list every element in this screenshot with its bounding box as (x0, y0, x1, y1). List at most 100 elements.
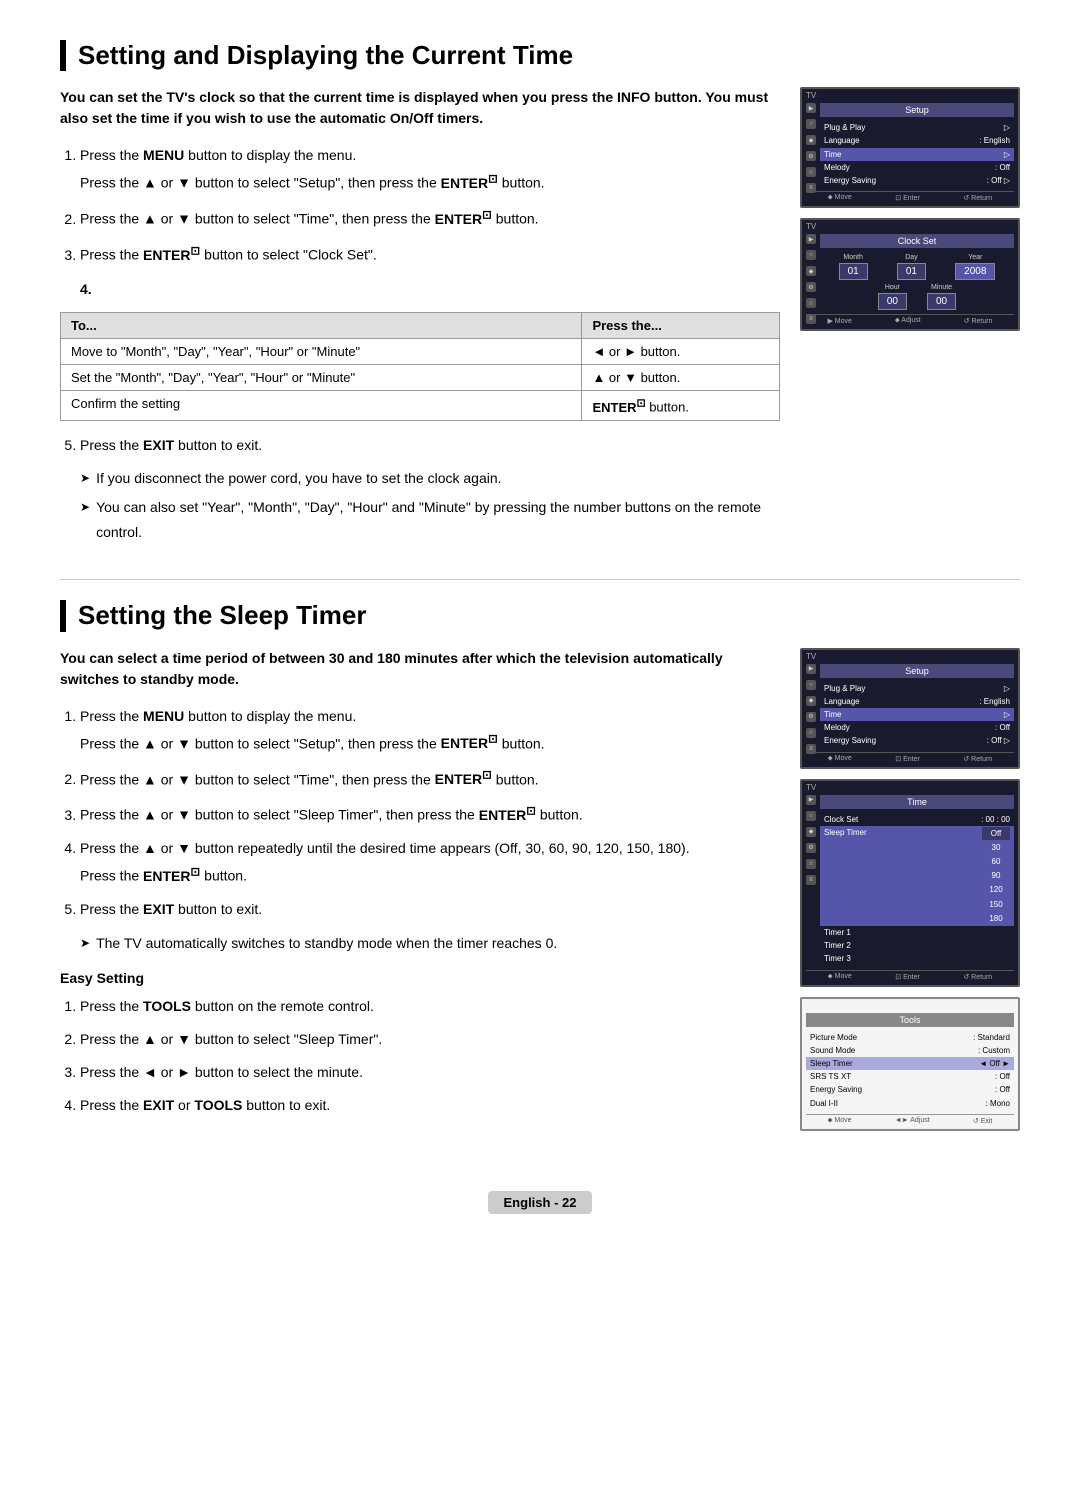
tools-row-sleep: Sleep Timer◄ Off ► (806, 1057, 1014, 1070)
hour-label: Hour (878, 284, 907, 291)
icon1: ▶ (806, 795, 816, 805)
month-value: 01 (839, 263, 868, 280)
tv-label4: TV (806, 783, 816, 792)
menu-row: Plug & Play▷ (820, 682, 1014, 695)
bottom-bar4: ⬥ Move⊡ Enter↺ Return (806, 970, 1014, 981)
timer-off: Off (982, 827, 1010, 840)
menu-row-time2: Time▷ (820, 708, 1014, 721)
tools-row-dual: Dual I-II: Mono (806, 1097, 1014, 1110)
s2-step3: Press the ▲ or ▼ button to select "Sleep… (80, 800, 780, 828)
tv-label2: TV (806, 222, 816, 231)
note2: You can also set "Year", "Month", "Day",… (80, 495, 780, 545)
year-label: Year (955, 254, 995, 261)
day-label: Day (897, 254, 926, 261)
step5: Press the EXIT button to exit. (80, 433, 780, 458)
tv-label1: TV (806, 91, 816, 100)
menu-title-tools: Tools (806, 1013, 1014, 1027)
table-cell: ENTER⊡ button. (582, 391, 780, 420)
s2-step4: Press the ▲ or ▼ button repeatedly until… (80, 836, 780, 889)
menu-title-setup: Setup (820, 103, 1014, 117)
section1-title: Setting and Displaying the Current Time (60, 40, 1020, 71)
clock-grid-row2: Hour 00 Minute 00 (824, 284, 1010, 310)
month-label: Month (839, 254, 868, 261)
side-icons4: ▶ ○ ◆ ⚙ ☆ ≡ (806, 795, 816, 885)
table-cell: ◄ or ► button. (582, 339, 780, 365)
table-cell: Set the "Month", "Day", "Year", "Hour" o… (61, 365, 582, 391)
icon3: ◆ (806, 266, 816, 276)
timer-90: 90 (982, 869, 1010, 882)
menu-row: Energy Saving: Off ▷ (820, 174, 1014, 187)
step4-label: 4. (80, 278, 780, 300)
minute-value: 00 (927, 293, 956, 310)
table-col2: Press the... (582, 313, 780, 339)
section2-intro: You can select a time period of between … (60, 648, 780, 690)
icon5: ☆ (806, 859, 816, 869)
section-time: Setting and Displaying the Current Time … (60, 40, 1020, 549)
tools-row-energy: Energy Saving: Off (806, 1083, 1014, 1096)
time-menu: Time Clock Set: 00 : 00 Sleep Timer Off … (820, 795, 1014, 966)
side-icons: ▶ ○ ◆ ⚙ ☆ ≡ (806, 103, 816, 193)
table-col1: To... (61, 313, 582, 339)
easy-step2: Press the ▲ or ▼ button to select "Sleep… (80, 1027, 780, 1052)
section2-screens: TV ▶ ○ ◆ ⚙ ☆ ≡ Setup Plug & Play▷ Langua… (800, 648, 1020, 1131)
menu-row-sleep: Sleep Timer Off 30 60 90 120 150 180 (820, 826, 1014, 926)
tv-screen-time: TV ▶ ○ ◆ ⚙ ☆ ≡ Time Clock Set: 00 : 00 S… (800, 779, 1020, 987)
s2-step5: Press the EXIT button to exit. (80, 897, 780, 922)
section2-steps: Press the MENU button to display the men… (60, 704, 780, 1119)
page-footer-wrapper: English - 22 (60, 1161, 1020, 1214)
table-row: Confirm the setting ENTER⊡ button. (61, 391, 780, 420)
section-sleep-timer: Setting the Sleep Timer You can select a… (60, 600, 1020, 1130)
icon6: ≡ (806, 744, 816, 754)
section1-screens: TV ▶ ○ ◆ ⚙ ☆ ≡ Setup Plug & Play▷ Langua… (800, 87, 1020, 331)
note1: If you disconnect the power cord, you ha… (80, 466, 780, 491)
easy-setting-title: Easy Setting (60, 970, 780, 986)
icon4: ⚙ (806, 151, 816, 161)
easy-step1: Press the TOOLS button on the remote con… (80, 994, 780, 1019)
icon2: ○ (806, 811, 816, 821)
tools-row-sound: Sound Mode: Custom (806, 1044, 1014, 1057)
year-value: 2008 (955, 263, 995, 280)
bottom-bar3: ⬥ Move⊡ Enter↺ Return (806, 752, 1014, 763)
section2-content: You can select a time period of between … (60, 648, 780, 1127)
bottom-bar2: ▶ Move⬥ Adjust↺ Return (806, 314, 1014, 325)
menu-row: Melody: Off (820, 161, 1014, 174)
menu-content2: Setup Plug & Play▷ Language: English Tim… (820, 664, 1014, 748)
clock-grid-row1: Month 01 Day 01 Year 2008 (824, 254, 1010, 280)
icon3: ◆ (806, 696, 816, 706)
s2-note: The TV automatically switches to standby… (80, 931, 780, 956)
icon2: ○ (806, 119, 816, 129)
icon5: ☆ (806, 167, 816, 177)
table-cell: Move to "Month", "Day", "Year", "Hour" o… (61, 339, 582, 365)
menu-row-time: Time▷ (820, 148, 1014, 161)
icon4: ⚙ (806, 282, 816, 292)
timer-60: 60 (982, 855, 1010, 868)
section1-intro: You can set the TV's clock so that the c… (60, 87, 780, 129)
timer-30: 30 (982, 841, 1010, 854)
menu-row: Language: English (820, 695, 1014, 708)
icon1: ▶ (806, 234, 816, 244)
icon5: ☆ (806, 298, 816, 308)
icon4: ⚙ (806, 712, 816, 722)
bottom-bar: ⬥ Move⊡ Enter↺ Return (806, 191, 1014, 202)
tools-row-picture: Picture Mode: Standard (806, 1031, 1014, 1044)
menu-row-clockset: Clock Set: 00 : 00 (820, 813, 1014, 826)
menu-title-setup2: Setup (820, 664, 1014, 678)
section-divider (60, 579, 1020, 580)
icon6: ≡ (806, 875, 816, 885)
s2-step2: Press the ▲ or ▼ button to select "Time"… (80, 765, 780, 793)
icon2: ○ (806, 680, 816, 690)
table-row: Move to "Month", "Day", "Year", "Hour" o… (61, 339, 780, 365)
timer-120: 120 (982, 883, 1010, 896)
menu-title-time: Time (820, 795, 1014, 809)
icon3: ◆ (806, 827, 816, 837)
minute-label: Minute (927, 284, 956, 291)
icon6: ≡ (806, 183, 816, 193)
icon1: ▶ (806, 103, 816, 113)
step1: Press the MENU button to display the men… (80, 143, 780, 196)
day-value: 01 (897, 263, 926, 280)
notes: If you disconnect the power cord, you ha… (80, 466, 780, 546)
easy-step3: Press the ◄ or ► button to select the mi… (80, 1060, 780, 1085)
s2-step1: Press the MENU button to display the men… (80, 704, 780, 757)
page-footer: English - 22 (488, 1191, 593, 1214)
menu-row-timer2: Timer 2 (820, 939, 1014, 952)
